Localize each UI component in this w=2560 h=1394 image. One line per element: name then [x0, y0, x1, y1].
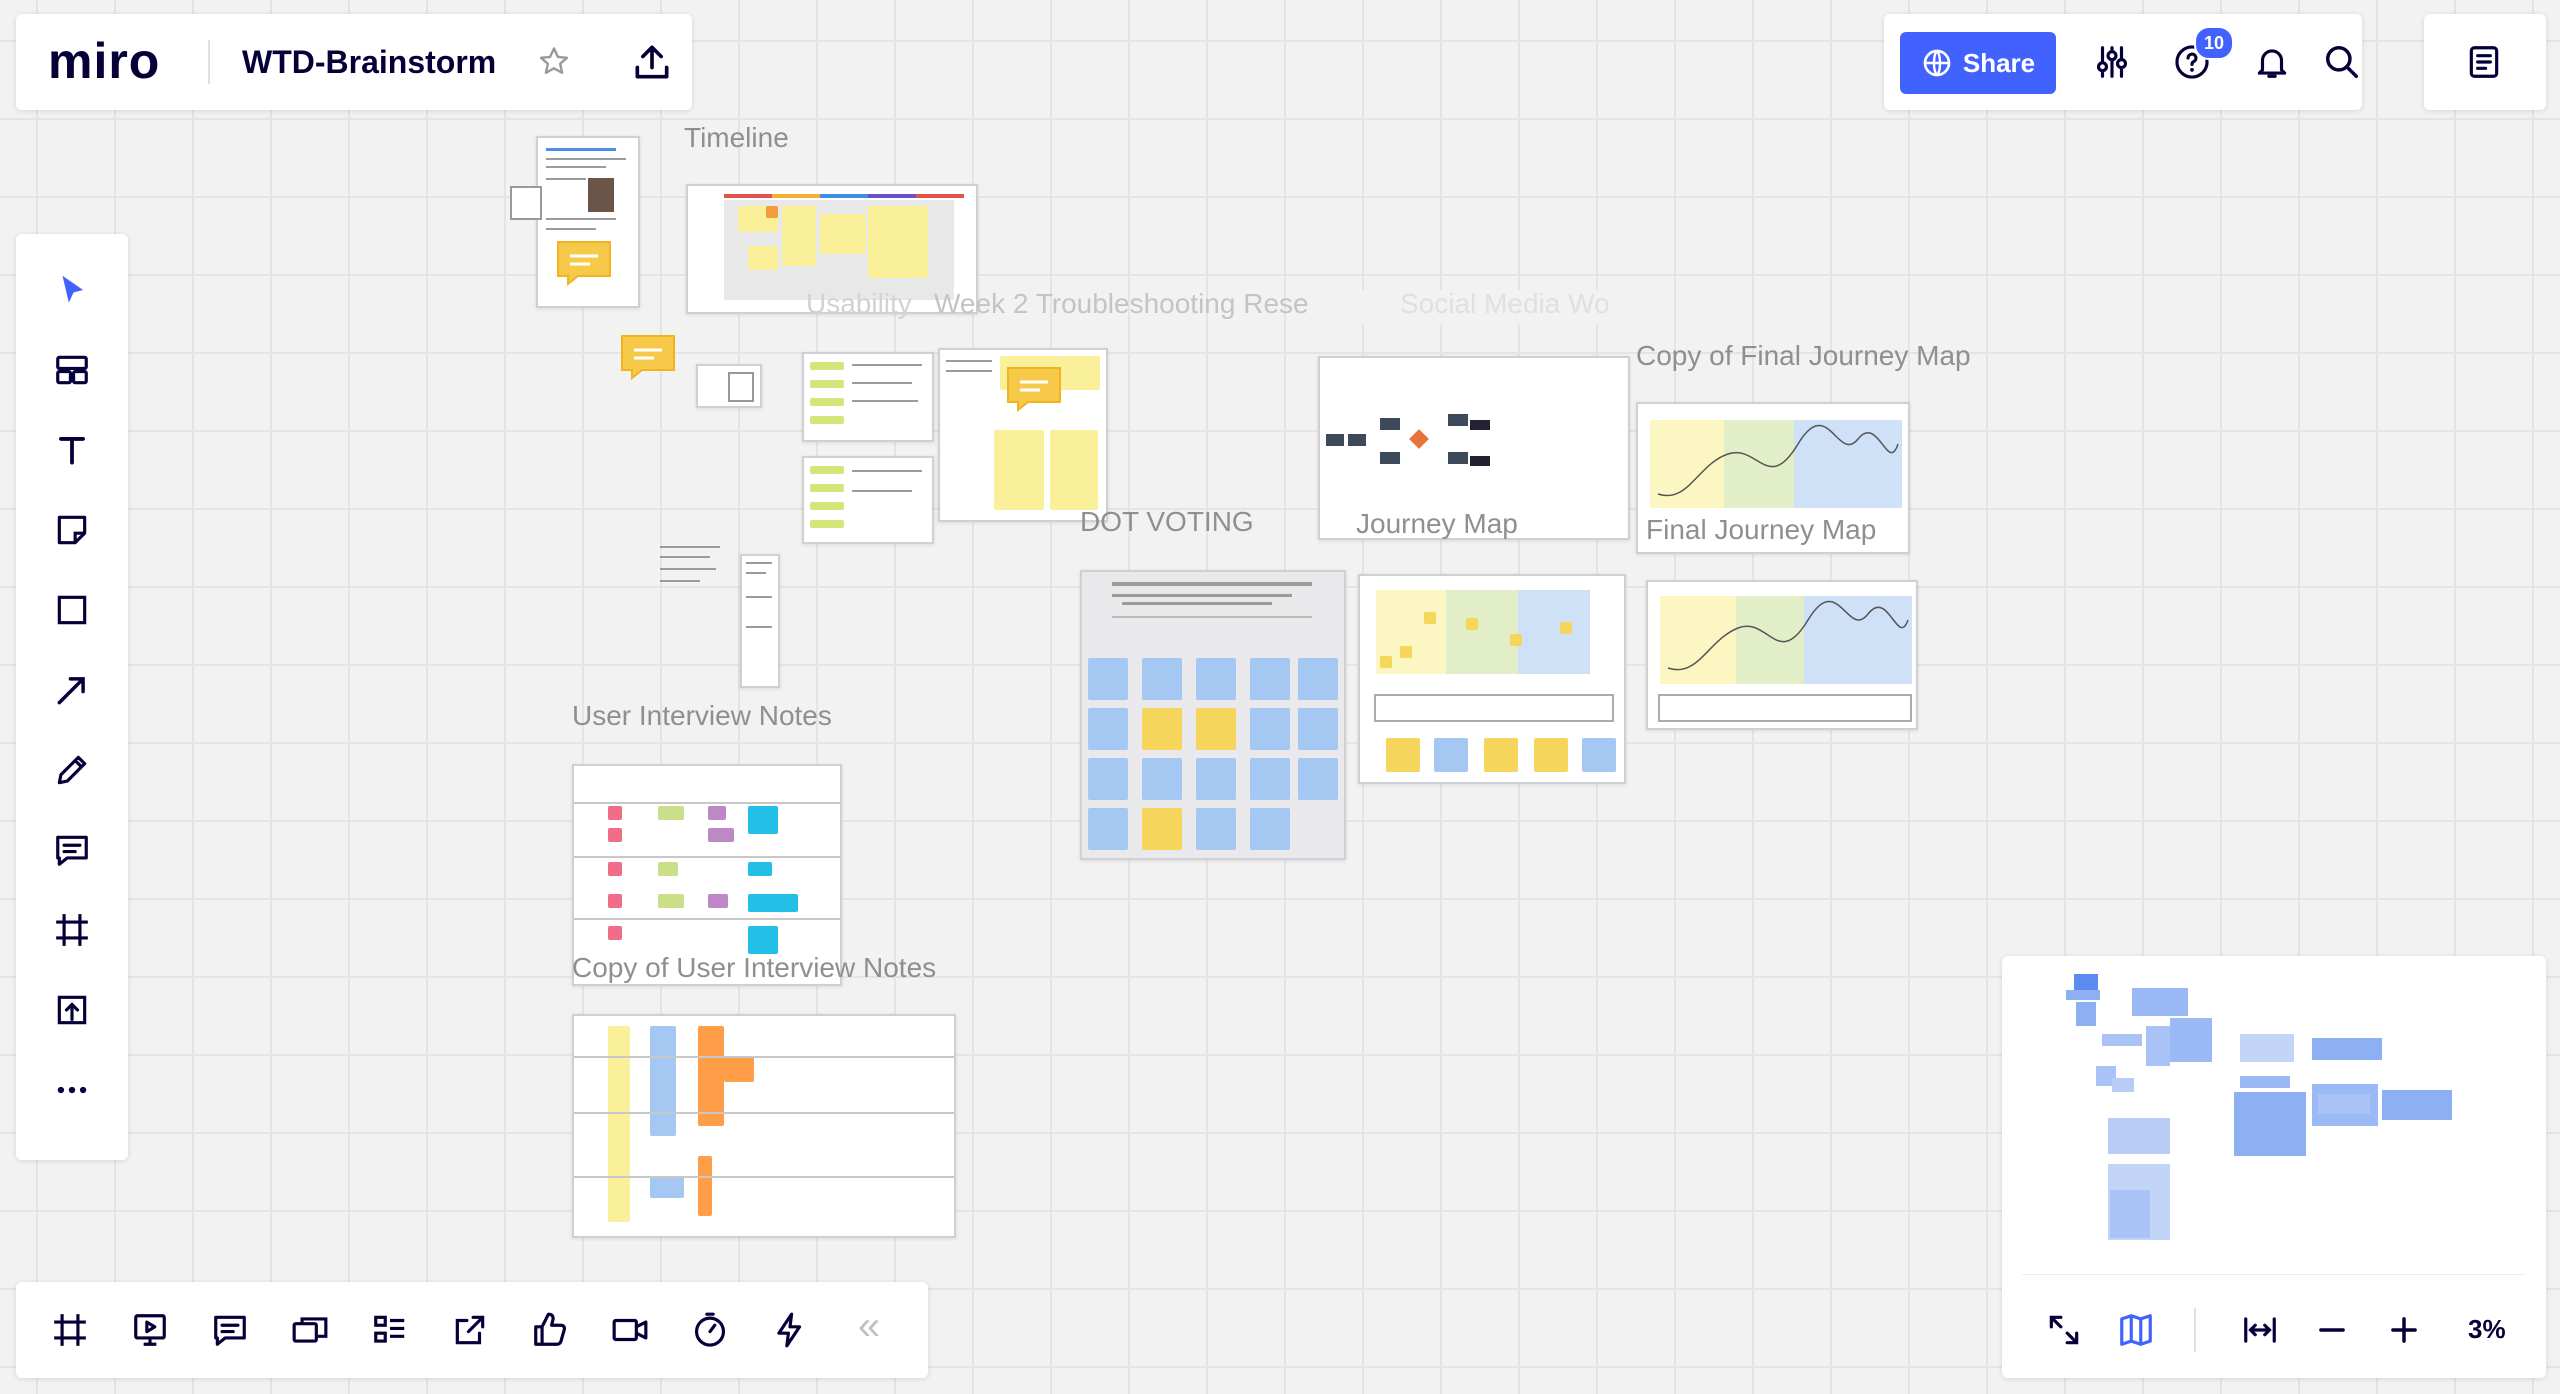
video-icon[interactable] — [602, 1302, 658, 1358]
select-icon[interactable] — [44, 262, 100, 318]
search-icon[interactable] — [2322, 34, 2362, 90]
journey-map-label: Journey Map — [1356, 508, 1518, 539]
divider — [208, 40, 210, 84]
usability-frame[interactable] — [802, 352, 934, 442]
shape-icon[interactable] — [44, 582, 100, 638]
share-screen-icon[interactable] — [442, 1302, 498, 1358]
comment-bubble-icon[interactable] — [1006, 366, 1062, 413]
timer-icon[interactable] — [682, 1302, 738, 1358]
voting-icon[interactable] — [522, 1302, 578, 1358]
frame-icon[interactable] — [44, 902, 100, 958]
copy-final-journey-label: Copy of Final Journey Map — [1636, 340, 1971, 371]
zoom-in-icon[interactable] — [2376, 1302, 2432, 1358]
social-media-label: Social Media Wo — [1400, 288, 1610, 319]
copy-user-interview-label: Copy of User Interview Notes — [572, 952, 937, 983]
export-icon[interactable] — [630, 40, 674, 84]
usability-label: Usability — [806, 288, 912, 319]
kanban-icon[interactable] — [362, 1302, 418, 1358]
notification-count-badge: 10 — [2194, 26, 2234, 60]
bell-icon[interactable] — [2244, 34, 2300, 90]
more-icon[interactable] — [44, 1062, 100, 1118]
frames-icon[interactable] — [42, 1302, 98, 1358]
comment-bubble-icon[interactable] — [620, 334, 676, 381]
minimap[interactable] — [2022, 968, 2526, 1268]
week2-troubleshooting-label: Week 2 Troubleshooting Rese — [934, 288, 1309, 319]
doc-thumbnail-2[interactable] — [740, 554, 780, 688]
share-label: Share — [1962, 47, 2036, 78]
mini-card[interactable] — [696, 364, 762, 408]
settings-sliders-icon[interactable] — [2084, 34, 2140, 90]
zoom-level[interactable]: 3% — [2468, 1314, 2506, 1345]
fit-to-screen-icon[interactable] — [2232, 1302, 2288, 1358]
miro-logo[interactable]: miro — [48, 32, 160, 90]
comment-bubble-icon[interactable] — [556, 240, 612, 287]
dot-voting-label: DOT VOTING — [1080, 506, 1254, 537]
text-icon[interactable] — [44, 422, 100, 478]
minimap-divider — [2022, 1274, 2526, 1275]
globe-icon — [1921, 47, 1953, 79]
zoom-out-icon[interactable] — [2304, 1302, 2360, 1358]
comment-icon[interactable] — [44, 822, 100, 878]
zoom-divider — [2194, 1308, 2196, 1352]
lightning-icon[interactable] — [762, 1302, 818, 1358]
small-rect[interactable] — [510, 186, 542, 220]
collaboration-bar: Share 10 — [1884, 14, 2362, 110]
pen-icon[interactable] — [44, 742, 100, 798]
dot-voting-frame[interactable] — [1080, 570, 1346, 860]
final-journey-label: Final Journey Map — [1646, 514, 1877, 545]
sticky-note-icon[interactable] — [44, 502, 100, 558]
usability-frame-2[interactable] — [802, 456, 934, 544]
user-interview-label: User Interview Notes — [572, 700, 832, 731]
timeline-label: Timeline — [684, 122, 789, 153]
map-icon[interactable] — [2108, 1302, 2164, 1358]
collapse-toolbar-button[interactable]: « — [858, 1304, 880, 1349]
arrow-icon[interactable] — [44, 662, 100, 718]
board-title[interactable]: WTD-Brainstorm — [242, 44, 496, 81]
fullscreen-icon[interactable] — [2036, 1302, 2092, 1358]
notes-list-icon[interactable] — [2456, 34, 2512, 90]
final-journey-frame[interactable] — [1646, 580, 1918, 730]
board-title-bar: miro WTD-Brainstorm — [16, 14, 692, 110]
presentation-icon[interactable] — [122, 1302, 178, 1358]
bottom-toolbar: « — [16, 1282, 928, 1378]
templates-icon[interactable] — [44, 342, 100, 398]
star-icon[interactable] — [536, 44, 572, 80]
copy-user-interview-frame[interactable] — [572, 1014, 956, 1238]
share-button[interactable]: Share — [1900, 32, 2056, 94]
cards-icon[interactable] — [282, 1302, 338, 1358]
upload-icon[interactable] — [44, 982, 100, 1038]
journey-map-frame[interactable] — [1358, 574, 1626, 784]
minimap-panel: 3% — [2002, 956, 2546, 1378]
comments-icon[interactable] — [202, 1302, 258, 1358]
doc-thumbnail[interactable] — [660, 540, 726, 608]
left-toolbar — [16, 234, 128, 1160]
board-menu-panel — [2424, 14, 2546, 110]
